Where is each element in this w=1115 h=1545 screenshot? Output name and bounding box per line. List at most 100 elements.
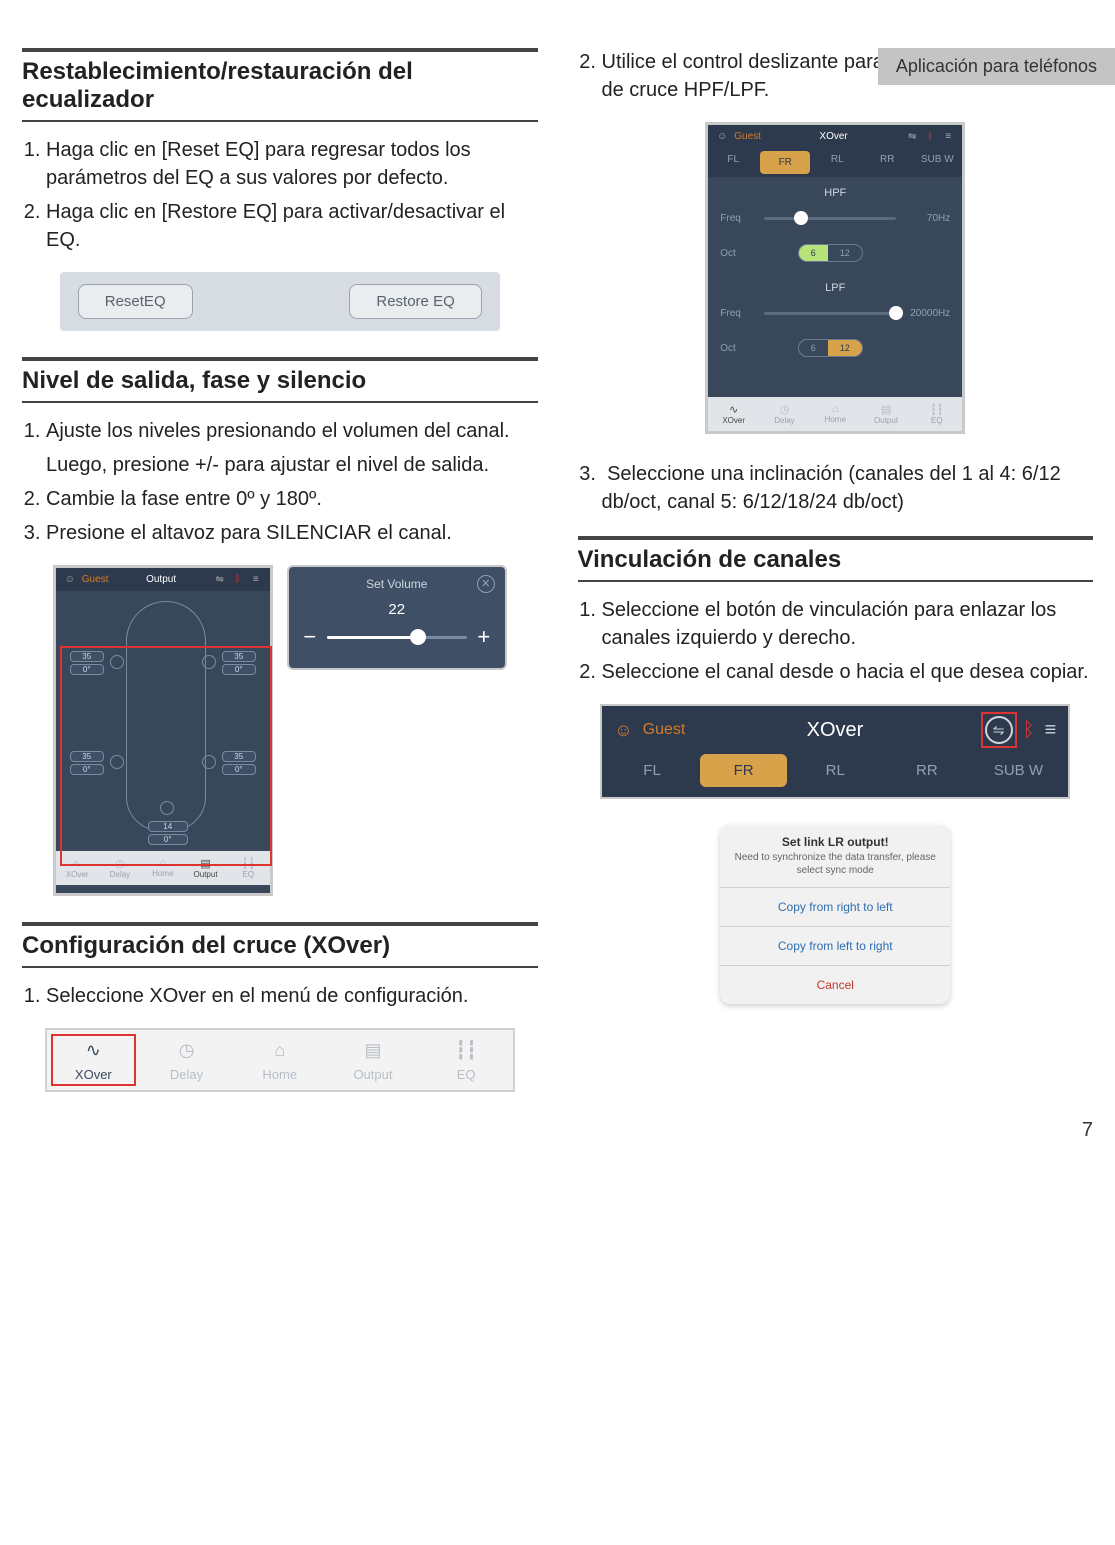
lpf-freq-slider[interactable] (764, 312, 896, 315)
lpf-freq-value: 20000Hz (904, 308, 950, 319)
cancel-button[interactable]: Cancel (720, 965, 950, 1004)
link-icon[interactable]: ⇋ (214, 574, 226, 585)
volume-slider[interactable] (327, 636, 467, 639)
bluetooth-icon[interactable]: ᛒ (924, 131, 936, 142)
tab-rl[interactable]: RL (791, 754, 879, 787)
home-icon: ⌂ (233, 1040, 326, 1061)
tab-rr[interactable]: RR (883, 754, 971, 787)
step-subtext: Luego, presione +/- para ajustar el nive… (46, 451, 538, 479)
grid-icon: ▤ (326, 1040, 419, 1061)
popup-title: Set Volume (301, 577, 493, 591)
eq-strip: ResetEQ Restore EQ (60, 272, 500, 331)
step: Ajuste los niveles presionando el volume… (46, 417, 538, 479)
tab-home[interactable]: ⌂Home (810, 397, 861, 431)
steps-output: Ajuste los niveles presionando el volume… (22, 417, 538, 547)
link-icon[interactable]: ⇋ (906, 131, 918, 142)
screen-title: XOver (767, 131, 900, 142)
set-volume-popup: ✕ Set Volume 22 − + (287, 565, 507, 670)
tab-subw[interactable]: SUB W (975, 754, 1063, 787)
bluetooth-icon[interactable]: ᛒ (1023, 719, 1035, 742)
clock-icon: ◷ (140, 1040, 233, 1061)
steps-link: Seleccione el botón de vinculación para … (578, 596, 1094, 686)
step: Seleccione el botón de vinculación para … (602, 596, 1094, 652)
bottom-nav: ∿XOver ◷Delay ⌂Home ▤Output ┇┇EQ (708, 397, 962, 431)
copy-right-to-left[interactable]: Copy from right to left (720, 887, 950, 926)
dialog-subtitle: Need to synchronize the data transfer, p… (720, 851, 950, 887)
doc-section-tab: Aplicación para teléfonos (878, 48, 1115, 85)
nav-delay[interactable]: ◷Delay (140, 1030, 233, 1090)
bluetooth-icon[interactable]: ᛒ (232, 574, 244, 585)
nav-eq[interactable]: ┇┇EQ (420, 1030, 513, 1090)
output-screenshot: ☺ Guest Output ⇋ ᛒ ≡ 35 0° (53, 565, 273, 896)
oct-label: Oct (720, 248, 756, 259)
tab-fl[interactable]: FL (608, 754, 696, 787)
menu-icon[interactable]: ≡ (942, 131, 954, 142)
user-icon: ☺ (716, 131, 728, 142)
link-dialog: Set link LR output! Need to synchronize … (720, 825, 950, 1004)
hpf-label: HPF (708, 177, 962, 203)
tab-subw[interactable]: SUB W (912, 148, 962, 177)
user-label: Guest (643, 721, 686, 739)
tab-rr[interactable]: RR (862, 148, 912, 177)
restore-eq-button[interactable]: Restore EQ (349, 284, 481, 319)
screen-title: XOver (695, 719, 974, 742)
step: Haga clic en [Reset EQ] para regresar to… (46, 136, 538, 192)
highlight-box (51, 1034, 136, 1086)
tab-eq[interactable]: ┇┇EQ (911, 397, 962, 431)
lpf-label: LPF (708, 272, 962, 298)
tab-output[interactable]: ▤Output (861, 397, 912, 431)
section-title-output: Nivel de salida, fase y silencio (22, 363, 538, 403)
steps-eq-reset: Haga clic en [Reset EQ] para regresar to… (22, 136, 538, 254)
nav-home[interactable]: ⌂Home (233, 1030, 326, 1090)
menu-icon[interactable]: ≡ (1045, 719, 1057, 742)
channel-tabs: FL FR RL RR SUB W (602, 754, 1068, 797)
freq-label: Freq (720, 213, 756, 224)
nav-output[interactable]: ▤Output (326, 1030, 419, 1090)
tab-fr[interactable]: FR (760, 151, 810, 174)
highlight-box (981, 712, 1017, 748)
dialog-title: Set link LR output! (720, 825, 950, 851)
reset-eq-button[interactable]: ResetEQ (78, 284, 193, 319)
hpf-oct-segment[interactable]: 6 12 (798, 244, 863, 262)
step: Seleccione el canal desde o hacia el que… (602, 658, 1094, 686)
steps-xover-cont2: Seleccione una inclinación (canales del … (578, 460, 1094, 516)
lpf-oct-segment[interactable]: 6 12 (798, 339, 863, 357)
hpf-freq-slider[interactable] (764, 217, 896, 220)
user-icon: ☺ (614, 720, 632, 741)
minus-button[interactable]: − (301, 624, 319, 650)
section-title-eq-reset: Restablecimiento/restauración del ecuali… (22, 54, 538, 122)
section-title-link: Vinculación de canales (578, 542, 1094, 582)
freq-label: Freq (720, 308, 756, 319)
highlight-box (60, 646, 272, 866)
user-label: Guest (734, 131, 761, 142)
step: Haga clic en [Restore EQ] para activar/d… (46, 198, 538, 254)
xover-header-shot: ☺ Guest XOver ⇋ ᛒ ≡ FL FR RL RR SUB W (600, 704, 1070, 799)
volume-value: 22 (301, 601, 493, 618)
steps-xover: Seleccione XOver en el menú de configura… (22, 982, 538, 1010)
close-icon[interactable]: ✕ (477, 575, 495, 593)
step-text: Ajuste los niveles presionando el volume… (46, 420, 510, 442)
tab-fr[interactable]: FR (700, 754, 788, 787)
menu-icon[interactable]: ≡ (250, 574, 262, 585)
step: Seleccione una inclinación (canales del … (602, 460, 1094, 516)
tab-rl[interactable]: RL (812, 148, 862, 177)
screen-title: Output (114, 574, 207, 585)
user-label: Guest (82, 574, 109, 585)
step: Presione el altavoz para SILENCIAR el ca… (46, 519, 538, 547)
step: Seleccione XOver en el menú de configura… (46, 982, 538, 1010)
section-title-xover: Configuración del cruce (XOver) (22, 928, 538, 968)
page-number: 7 (1082, 1119, 1093, 1142)
plus-button[interactable]: + (475, 624, 493, 650)
user-icon: ☺ (64, 574, 76, 585)
nav-strip: ∿ XOver ◷Delay ⌂Home ▤Output ┇┇EQ (45, 1028, 515, 1092)
link-button[interactable]: ⇋ (985, 716, 1013, 744)
channel-tabs: FL FR RL RR SUB W (708, 148, 962, 177)
copy-left-to-right[interactable]: Copy from left to right (720, 926, 950, 965)
oct-label: Oct (720, 343, 756, 354)
tab-xover[interactable]: ∿XOver (708, 397, 759, 431)
hpf-freq-value: 70Hz (904, 213, 950, 224)
nav-xover[interactable]: ∿ XOver (47, 1030, 140, 1090)
tab-fl[interactable]: FL (708, 148, 758, 177)
step: Cambie la fase entre 0º y 180º. (46, 485, 538, 513)
tab-delay[interactable]: ◷Delay (759, 397, 810, 431)
